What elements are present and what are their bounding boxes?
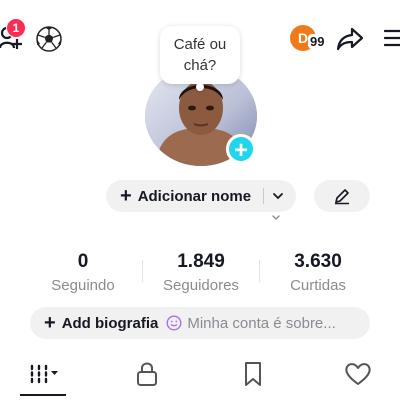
notification-badge: 1: [6, 18, 26, 38]
stat-label: Seguidores: [163, 277, 239, 294]
status-bubble[interactable]: Café ou chá?: [160, 26, 240, 84]
share-icon[interactable]: [336, 26, 364, 52]
plus-icon: +: [120, 185, 132, 207]
bubble-tail: [196, 83, 204, 91]
stat-label: Curtidas: [290, 277, 346, 294]
add-name-button[interactable]: + Adicionar nome: [106, 180, 296, 212]
add-photo-button[interactable]: +: [226, 134, 256, 164]
grid-icon[interactable]: [28, 360, 58, 388]
stat-value: 3.630: [294, 251, 342, 272]
menu-icon[interactable]: [384, 28, 400, 48]
stat-following[interactable]: 0 Seguindo: [28, 250, 138, 296]
stat-followers[interactable]: 1.849 Seguidores: [146, 250, 256, 296]
add-bio-button[interactable]: + Add biografia Minha conta é sobre...: [30, 307, 370, 339]
divider: [263, 188, 264, 204]
chevron-down-icon: [272, 215, 280, 220]
bio-placeholder: Minha conta é sobre...: [187, 314, 336, 332]
add-name-label: Adicionar nome: [137, 187, 252, 205]
selected-tab-indicator: [20, 394, 66, 396]
soccer-ball-icon[interactable]: [36, 26, 62, 52]
bookmark-icon[interactable]: [239, 360, 269, 388]
stat-divider: [142, 260, 143, 282]
stat-divider: [259, 260, 260, 282]
plus-icon: +: [44, 312, 56, 334]
stat-value: 0: [77, 251, 89, 272]
heart-icon[interactable]: [343, 360, 373, 388]
lock-icon[interactable]: [132, 360, 162, 388]
chevron-down-icon[interactable]: [272, 190, 284, 202]
creator-number: 99: [308, 34, 327, 49]
edit-profile-button[interactable]: [314, 180, 370, 212]
creator-tools-button[interactable]: D 99: [290, 24, 327, 52]
add-bio-label: Add biografia: [61, 314, 159, 332]
smile-icon: [166, 315, 182, 331]
stat-label: Seguindo: [51, 277, 115, 294]
stat-value: 1.849: [177, 251, 225, 272]
pencil-icon: [335, 189, 349, 205]
stat-likes[interactable]: 3.630 Curtidas: [263, 250, 373, 296]
